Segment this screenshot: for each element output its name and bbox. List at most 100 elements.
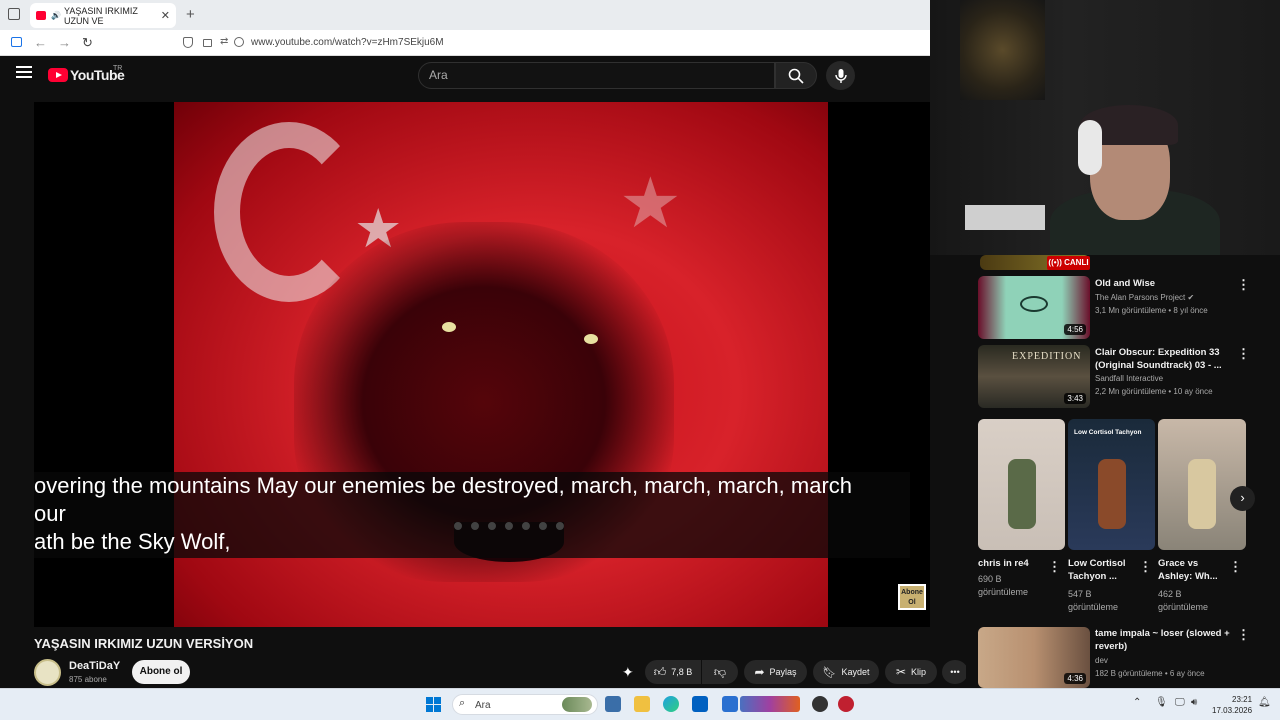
tray-chevron-icon[interactable]: ⌃	[1133, 697, 1141, 708]
address-bar-row	[0, 30, 930, 56]
clock-time: 23:21	[1232, 695, 1253, 704]
bookmark-icon: 🔖︎	[822, 666, 837, 679]
speaker-icon: 🔊	[51, 11, 61, 20]
channel-name[interactable]: DeaTiDaY	[69, 660, 120, 672]
thumbs-up-icon: 👍︎	[653, 664, 667, 679]
video-title[interactable]: tame impala ~ loser (slowed + reverb)	[1095, 627, 1230, 653]
verified-icon: ✔	[1187, 293, 1195, 302]
video-player[interactable]: ★ ★ overing the mountains May our enemie…	[34, 102, 930, 627]
more-options-icon[interactable]: ⋮	[1237, 346, 1250, 362]
video-duration: 4:36	[1064, 673, 1086, 684]
store-icon[interactable]	[692, 696, 708, 712]
channel-name[interactable]: dev	[1095, 654, 1108, 667]
short-title[interactable]: Grace vs Ashley: Wh...	[1158, 557, 1230, 583]
shield-icon[interactable]	[183, 37, 193, 48]
share-button[interactable]: ➦ Paylaş	[744, 660, 807, 684]
notifications-icon[interactable]: 🔔︎	[1258, 697, 1271, 708]
sidebar-toggle-icon[interactable]	[11, 37, 22, 47]
short-thumbnail[interactable]: Low Cortisol Tachyon	[1068, 419, 1155, 550]
video-thumbnail[interactable]: 4:56	[978, 276, 1090, 339]
expedition-logo-graphic: EXPEDITION	[1012, 351, 1082, 362]
file-explorer-icon[interactable]	[634, 696, 650, 712]
lock-icon[interactable]	[203, 39, 212, 47]
network-icon[interactable]: 🖵	[1175, 697, 1185, 708]
dislike-button[interactable]: 👎︎	[702, 660, 738, 684]
short-title[interactable]: chris in re4	[978, 557, 1048, 570]
tab-close-icon[interactable]: ✕	[161, 9, 170, 22]
windows-start-icon[interactable]	[426, 697, 441, 712]
back-icon[interactable]: ←	[34, 35, 47, 50]
region-code: TR	[113, 65, 123, 72]
video-thumbnail[interactable]: 4:36	[978, 627, 1090, 688]
taskview-icon[interactable]	[605, 696, 621, 712]
microphone-tray-icon[interactable]: 🎙︎	[1155, 697, 1168, 708]
webcam-overlay	[930, 0, 1280, 255]
browser-tab[interactable]: 🔊 YAŞASIN IRKIMIZ UZUN VE ✕	[30, 3, 176, 28]
more-options-icon[interactable]: ⋮	[1237, 277, 1250, 293]
channel-avatar[interactable]	[34, 659, 61, 686]
channel-name: The Alan Parsons Project	[1095, 293, 1186, 302]
eye-of-horus-graphic	[1020, 296, 1048, 312]
more-options-icon[interactable]: ⋮	[1048, 559, 1061, 575]
video-meta: 2,2 Mn görüntüleme • 10 ay önce	[1095, 387, 1213, 396]
obs-icon[interactable]	[812, 696, 828, 712]
forward-icon[interactable]: →	[58, 35, 71, 50]
more-actions-button[interactable]: •••	[942, 660, 968, 684]
search-input[interactable]: Ara	[418, 62, 775, 89]
pinned-apps-icon[interactable]	[740, 696, 800, 712]
like-count: 7,8 B	[671, 667, 693, 677]
menu-icon[interactable]	[16, 66, 32, 78]
video-title: YAŞASIN IRKIMIZ UZUN VERSİYON	[34, 636, 254, 651]
search-button[interactable]	[775, 62, 817, 89]
more-options-icon[interactable]: ⋮	[1229, 559, 1242, 575]
url-field[interactable]: www.youtube.com/watch?v=zHm7SEkju6M	[251, 37, 444, 48]
clip-label: Klip	[911, 667, 927, 677]
subscribe-button[interactable]: Abone ol	[132, 660, 190, 684]
short-views: 547 B	[1068, 589, 1092, 599]
mic-icon	[834, 68, 847, 83]
tab-actions-icon[interactable]	[8, 8, 20, 20]
edge-icon[interactable]	[663, 696, 679, 712]
save-label: Kaydet	[841, 667, 870, 677]
live-badge: ((•)) CANLI	[1047, 256, 1090, 270]
search-highlight-icon[interactable]	[562, 697, 592, 712]
thumbnail-caption: Low Cortisol Tachyon	[1074, 429, 1142, 436]
clip-button[interactable]: ✂ Klip	[885, 660, 937, 684]
video-channel[interactable]: The Alan Parsons Project ✔	[1095, 291, 1194, 304]
new-tab-button[interactable]: +	[186, 6, 195, 23]
video-meta: 182 B görüntüleme • 6 ay önce	[1095, 669, 1205, 678]
video-duration: 4:56	[1064, 324, 1086, 335]
video-title[interactable]: Clair Obscur: Expedition 33 (Original So…	[1095, 346, 1225, 372]
taskbar-clock[interactable]: 23:21 17.03.2026	[1212, 694, 1252, 716]
ask-ai-icon[interactable]: ✦	[622, 664, 634, 681]
reload-icon[interactable]: ↻	[82, 35, 93, 51]
youtube-logo-icon[interactable]	[48, 68, 68, 82]
save-button[interactable]: 🔖︎ Kaydet	[813, 660, 879, 684]
tab-title: YAŞASIN IRKIMIZ UZUN VE	[64, 5, 138, 26]
wolf-eye-left	[442, 322, 456, 332]
channel-name[interactable]: Sandfall Interactive	[1095, 372, 1163, 385]
thumbs-down-icon: 👎︎	[713, 664, 727, 679]
more-options-icon[interactable]: ⋮	[1237, 627, 1250, 643]
video-title[interactable]: Old and Wise	[1095, 277, 1225, 290]
tracking-icon[interactable]	[234, 37, 244, 47]
permissions-icon[interactable]: ⇄	[220, 36, 228, 47]
volume-icon[interactable]: 🔊︎	[1191, 697, 1197, 708]
shorts-next-button[interactable]: ›	[1230, 486, 1255, 511]
video-meta: 3,1 Mn görüntüleme • 8 yıl önce	[1095, 306, 1208, 315]
short-title[interactable]: Low Cortisol Tachyon ...	[1068, 557, 1138, 583]
voice-search-button[interactable]	[826, 61, 855, 90]
app-icon[interactable]	[722, 696, 738, 712]
channel-watermark[interactable]: Abone Ol	[898, 584, 926, 610]
caption-line-3: ath be the Sky Wolf,	[34, 529, 231, 554]
more-options-icon[interactable]: ⋮	[1139, 559, 1152, 575]
like-button[interactable]: 👍︎ 7,8 B	[645, 660, 701, 684]
youtube-favicon-icon	[36, 11, 47, 20]
subscriber-count: 875 abone	[69, 675, 107, 684]
recording-app-icon[interactable]	[838, 696, 854, 712]
video-thumbnail[interactable]: EXPEDITION 3:43	[978, 345, 1090, 408]
short-thumbnail[interactable]	[1158, 419, 1246, 550]
short-thumbnail[interactable]	[978, 419, 1065, 550]
character-graphic	[1098, 459, 1126, 529]
headphones-graphic	[1078, 120, 1102, 175]
